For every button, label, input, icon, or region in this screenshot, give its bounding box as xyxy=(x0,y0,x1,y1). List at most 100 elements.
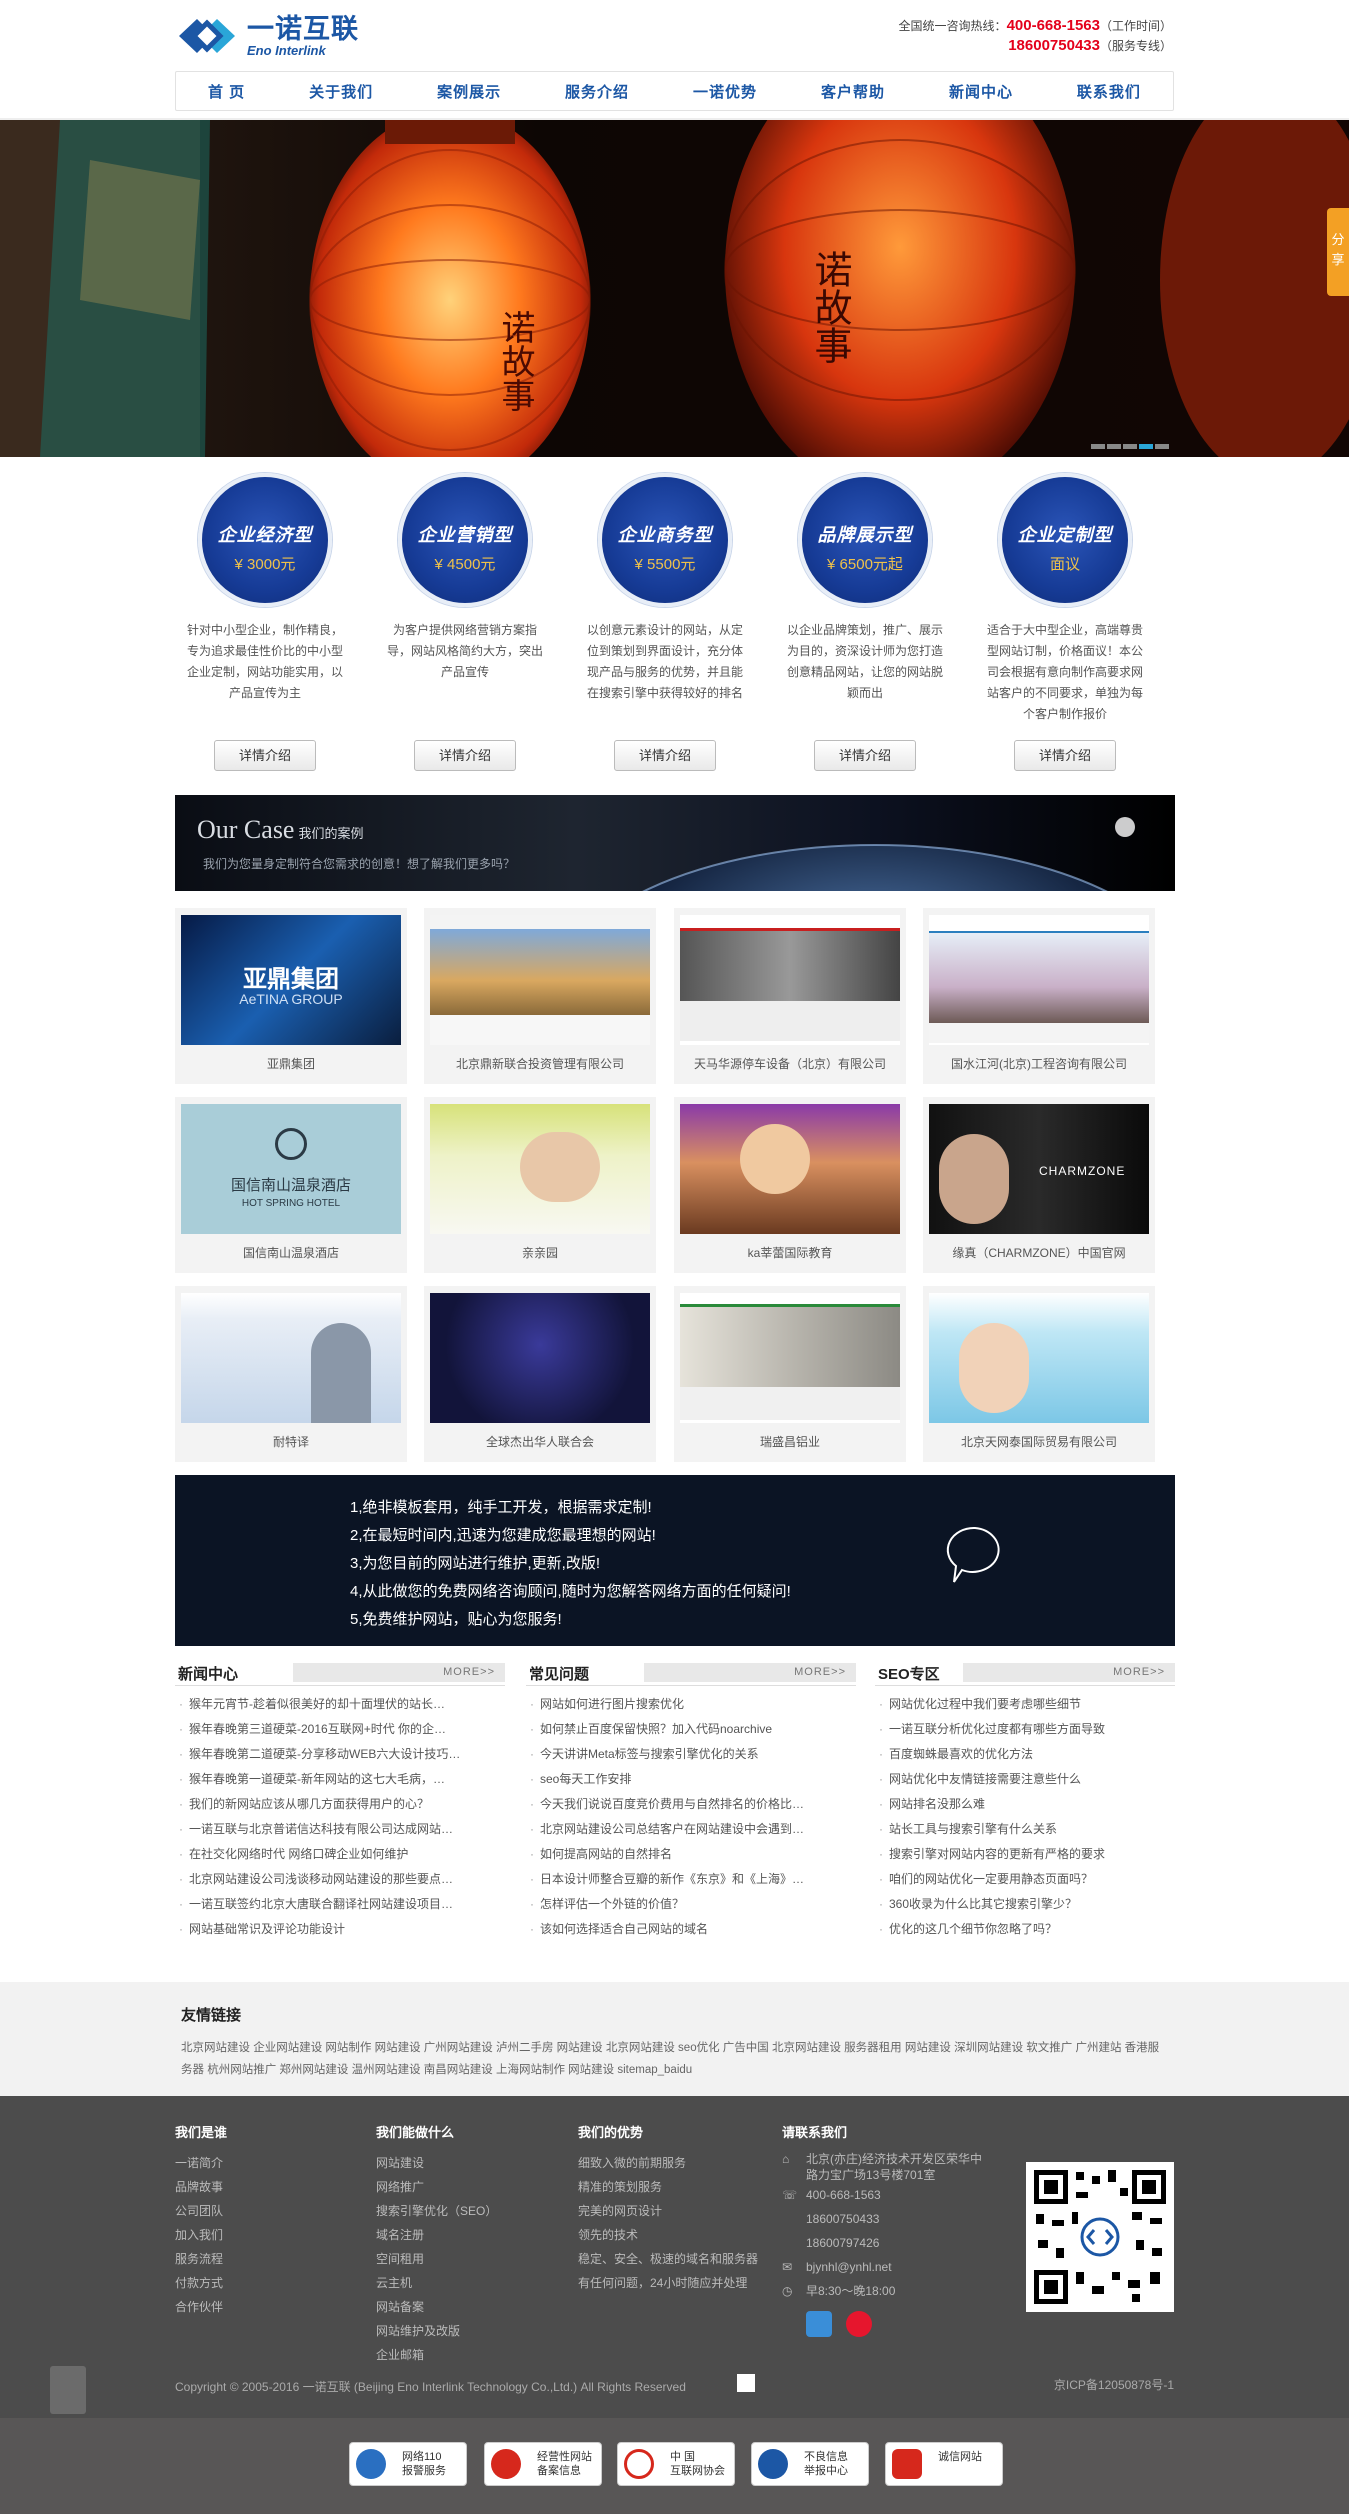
nav-home[interactable]: 首 页 xyxy=(208,81,245,102)
news-item[interactable]: 猴年元宵节-趁着似很美好的却十面埋伏的站长… xyxy=(175,1692,475,1717)
news-item[interactable]: 猴年春晚第三道硬菜-2016互联网+时代 你的企… xyxy=(175,1717,475,1742)
nav-services[interactable]: 服务介绍 xyxy=(565,81,629,102)
stats-icon[interactable] xyxy=(737,2374,755,2392)
faq-item[interactable]: seo每天工作安排 xyxy=(526,1767,826,1792)
faq-item[interactable]: 日本设计师整合豆瓣的新作《东京》和《上海》… xyxy=(526,1867,826,1892)
share-button[interactable]: 分享 xyxy=(1327,208,1349,296)
footer-link[interactable]: 云主机 xyxy=(376,2271,497,2295)
case-card[interactable]: ka莘蕾国际教育 xyxy=(674,1097,906,1273)
case-thumbnail[interactable] xyxy=(430,1293,650,1423)
weibo-icon[interactable] xyxy=(846,2311,872,2337)
case-title[interactable]: 国水江河(北京)工程咨询有限公司 xyxy=(923,1055,1155,1072)
faq-more-link[interactable]: MORE>> xyxy=(644,1663,856,1682)
news-item[interactable]: 猴年春晚第一道硬菜-新年网站的这七大毛病，… xyxy=(175,1767,475,1792)
faq-item[interactable]: 怎样评估一个外链的价值？ xyxy=(526,1892,826,1917)
seo-item[interactable]: 咱们的网站优化一定要用静态页面吗？ xyxy=(875,1867,1175,1892)
seo-item[interactable]: 一诺互联分析优化过度都有哪些方面导致 xyxy=(875,1717,1175,1742)
case-thumbnail[interactable]: 亚鼎集团 AeTINA GROUP xyxy=(181,915,401,1045)
case-title[interactable]: 天马华源停车设备（北京）有限公司 xyxy=(674,1055,906,1072)
slider-dot-active[interactable] xyxy=(1139,444,1153,449)
badge-report[interactable]: 不良信息 举报中心 xyxy=(751,2442,869,2486)
plan-detail-button[interactable]: 详情介绍 xyxy=(214,740,316,771)
case-card[interactable]: 亚鼎集团 AeTINA GROUP 亚鼎集团 xyxy=(175,908,407,1084)
case-title[interactable]: 全球杰出华人联合会 xyxy=(424,1433,656,1450)
seo-item[interactable]: 百度蜘蛛最喜欢的优化方法 xyxy=(875,1742,1175,1767)
plan-detail-button[interactable]: 详情介绍 xyxy=(614,740,716,771)
nav-advantages[interactable]: 一诺优势 xyxy=(693,81,757,102)
news-more-link[interactable]: MORE>> xyxy=(293,1663,505,1682)
case-thumbnail[interactable] xyxy=(680,1104,900,1234)
footer-link[interactable]: 搜索引擎优化（SEO） xyxy=(376,2199,497,2223)
case-card[interactable]: 耐特译 xyxy=(175,1286,407,1462)
plan-badge[interactable]: 企业定制型 面议 xyxy=(998,473,1132,607)
plan-detail-button[interactable]: 详情介绍 xyxy=(414,740,516,771)
case-card[interactable]: 北京天网泰国际贸易有限公司 xyxy=(923,1286,1155,1462)
case-card[interactable]: 天马华源停车设备（北京）有限公司 xyxy=(674,908,906,1084)
case-card[interactable]: 亲亲园 xyxy=(424,1097,656,1273)
case-title[interactable]: 北京天网泰国际贸易有限公司 xyxy=(923,1433,1155,1450)
badge-110[interactable]: 网络110 报警服务 xyxy=(349,2442,467,2486)
faq-item[interactable]: 今天讲讲Meta标签与搜索引擎优化的关系 xyxy=(526,1742,826,1767)
case-title[interactable]: ka莘蕾国际教育 xyxy=(674,1244,906,1261)
case-title[interactable]: 亲亲园 xyxy=(424,1244,656,1261)
plan-badge[interactable]: 品牌展示型 ¥ 6500元起 xyxy=(798,473,932,607)
faq-item[interactable]: 如何提高网站的自然排名 xyxy=(526,1842,826,1867)
badge-isc[interactable]: 中 国互联网协会 xyxy=(617,2442,735,2486)
qq-icon[interactable] xyxy=(806,2311,832,2337)
case-title[interactable]: 耐特译 xyxy=(175,1433,407,1450)
case-card[interactable]: 北京鼎新联合投资管理有限公司 xyxy=(424,908,656,1084)
nav-contact[interactable]: 联系我们 xyxy=(1077,81,1141,102)
seo-item[interactable]: 网站排名没那么难 xyxy=(875,1792,1175,1817)
faq-item[interactable]: 该如何选择适合自己网站的域名 xyxy=(526,1917,826,1942)
plan-badge[interactable]: 企业经济型 ¥ 3000元 xyxy=(198,473,332,607)
footer-link[interactable]: 网站备案 xyxy=(376,2295,497,2319)
case-thumbnail[interactable] xyxy=(430,915,650,1045)
slider-dot[interactable] xyxy=(1107,444,1121,449)
seo-item[interactable]: 站长工具与搜索引擎有什么关系 xyxy=(875,1817,1175,1842)
footer-link[interactable]: 合作伙伴 xyxy=(175,2295,227,2319)
icp-link[interactable]: 京ICP备12050878号-1 xyxy=(1054,2376,1174,2393)
footer-link[interactable]: 网站维护及改版 xyxy=(376,2319,497,2343)
plan-badge[interactable]: 企业营销型 ¥ 4500元 xyxy=(398,473,532,607)
seo-more-link[interactable]: MORE>> xyxy=(963,1663,1175,1682)
case-title[interactable]: 瑞盛昌铝业 xyxy=(674,1433,906,1450)
seo-item[interactable]: 网站优化过程中我们要考虑哪些细节 xyxy=(875,1692,1175,1717)
news-item[interactable]: 一诺互联与北京普诺信达科技有限公司达成网站… xyxy=(175,1817,475,1842)
badge-trust[interactable]: 诚信网站 xyxy=(885,2442,1003,2486)
case-title[interactable]: 国信南山温泉酒店 xyxy=(175,1244,407,1261)
case-card[interactable]: CHARMZONE 缘真（CHARMZONE）中国官网 xyxy=(923,1097,1155,1273)
faq-item[interactable]: 网站如何进行图片搜索优化 xyxy=(526,1692,826,1717)
news-item[interactable]: 北京网站建设公司浅谈移动网站建设的那些要点… xyxy=(175,1867,475,1892)
nav-cases[interactable]: 案例展示 xyxy=(437,81,501,102)
footer-link[interactable]: 付款方式 xyxy=(175,2271,227,2295)
footer-link[interactable]: 空间租用 xyxy=(376,2247,497,2271)
footer-link[interactable]: 网络推广 xyxy=(376,2175,497,2199)
faq-item[interactable]: 如何禁止百度保留快照？加入代码noarchive xyxy=(526,1717,826,1742)
footer-link[interactable]: 域名注册 xyxy=(376,2223,497,2247)
case-title[interactable]: 缘真（CHARMZONE）中国官网 xyxy=(923,1244,1155,1261)
links-list[interactable]: 北京网站建设 企业网站建设 网站制作 网站建设 广州网站建设 泸州二手房 网站建… xyxy=(181,2037,1169,2081)
case-card[interactable]: 国信南山温泉酒店 HOT SPRING HOTEL 国信南山温泉酒店 xyxy=(175,1097,407,1273)
seo-item[interactable]: 360收录为什么比其它搜索引擎少？ xyxy=(875,1892,1175,1917)
footer-link[interactable]: 一诺简介 xyxy=(175,2151,227,2175)
faq-item[interactable]: 今天我们说说百度竞价费用与自然排名的价格比… xyxy=(526,1792,826,1817)
plan-badge[interactable]: 企业商务型 ¥ 5500元 xyxy=(598,473,732,607)
plan-detail-button[interactable]: 详情介绍 xyxy=(1014,740,1116,771)
contact-email[interactable]: bjynhl@ynhl.net xyxy=(806,2260,892,2274)
slider-dot[interactable] xyxy=(1155,444,1169,449)
news-item[interactable]: 在社交化网络时代 网络口碑企业如何维护 xyxy=(175,1842,475,1867)
faq-item[interactable]: 北京网站建设公司总结客户在网站建设中会遇到… xyxy=(526,1817,826,1842)
nav-news[interactable]: 新闻中心 xyxy=(949,81,1013,102)
footer-link[interactable]: 品牌故事 xyxy=(175,2175,227,2199)
plan-detail-button[interactable]: 详情介绍 xyxy=(814,740,916,771)
nav-about[interactable]: 关于我们 xyxy=(309,81,373,102)
news-item[interactable]: 一诺互联签约北京大唐联合翻译社网站建设项目… xyxy=(175,1892,475,1917)
case-thumbnail[interactable] xyxy=(680,1293,900,1423)
case-thumbnail[interactable]: 国信南山温泉酒店 HOT SPRING HOTEL xyxy=(181,1104,401,1234)
footer-link[interactable]: 加入我们 xyxy=(175,2223,227,2247)
slider-dot[interactable] xyxy=(1091,444,1105,449)
seo-item[interactable]: 优化的这几个细节你忽略了吗？ xyxy=(875,1917,1175,1942)
footer-link[interactable]: 公司团队 xyxy=(175,2199,227,2223)
footer-link[interactable]: 企业邮箱 xyxy=(376,2343,497,2367)
logo[interactable]: 一诺互联 Eno Interlink xyxy=(175,14,359,58)
